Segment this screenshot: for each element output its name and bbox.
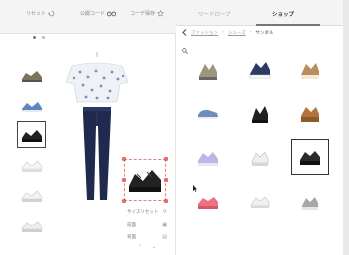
bring-front-control[interactable]: 前面 ▣ (127, 222, 167, 228)
breadcrumb-shoes[interactable]: シューズ (228, 30, 246, 36)
active-tab-indicator (256, 24, 320, 26)
selected-sandal-image (129, 170, 161, 192)
sandal-icon (21, 129, 42, 142)
layer-back-icon: ▤ (162, 234, 167, 240)
save-outfit-label: コーデ保存 (130, 11, 156, 17)
sandal-icon (251, 151, 269, 166)
size-reset-control[interactable]: サイズリセット ⟳ (127, 209, 167, 215)
thumbnail-sandal-blue[interactable] (18, 92, 45, 117)
nudge-controls: ⌃ ⌄ (127, 244, 167, 250)
shoe-icon (198, 109, 218, 119)
sandal-icon (21, 70, 42, 82)
reset-icon (48, 10, 55, 17)
chevron-down-icon[interactable]: ⌄ (152, 244, 156, 250)
outfit-model[interactable] (65, 52, 129, 202)
sandal-icon (21, 160, 42, 172)
breadcrumb-separator: › (222, 30, 224, 35)
publish-code-label: 公開コード (80, 11, 106, 17)
coordinate-editor: リセット 公開コード コーデ保存 サイズリセット ⟳ 前面 ▣ 背面 ▤ ⌃ ⌄ (0, 0, 176, 255)
layer-front-icon: ▣ (162, 222, 167, 228)
mouse-cursor-icon (193, 185, 197, 192)
carousel-dots (33, 36, 45, 39)
reset-label: リセット (26, 11, 47, 17)
carousel-dot[interactable] (33, 36, 36, 39)
shop-panel: ワードローブ ショップ ファッション › シューズ › サンダル (176, 0, 343, 255)
sandal-icon (252, 106, 268, 123)
panel-tabs: ワードローブ ショップ (176, 0, 343, 26)
sandal-icon (21, 221, 42, 232)
window-edge (343, 0, 349, 255)
reset-button[interactable]: リセット (26, 10, 55, 17)
glasses-icon (107, 11, 117, 16)
sandal-icon (21, 190, 42, 202)
reset-size-icon: ⟳ (162, 209, 167, 215)
product-sandal-khaki[interactable] (190, 52, 226, 86)
send-back-control[interactable]: 背面 ▤ (127, 234, 167, 240)
tab-shop[interactable]: ショップ (272, 10, 294, 18)
send-back-label: 背面 (127, 235, 136, 240)
thumbnail-sandal-white-3[interactable] (18, 212, 45, 237)
sandal-icon (250, 196, 270, 208)
thumbnail-sandal-black[interactable] (17, 121, 46, 148)
breadcrumb-separator: › (249, 30, 252, 35)
star-icon (157, 10, 165, 17)
breadcrumb-current: サンダル (255, 30, 274, 36)
sandal-icon (302, 197, 318, 210)
sandal-icon (198, 152, 218, 166)
product-sneaker-denim[interactable] (190, 96, 226, 130)
chevron-up-icon[interactable]: ⌃ (138, 244, 142, 250)
breadcrumb-fashion[interactable]: ファッション (191, 30, 218, 36)
product-sandal-brown-platform[interactable] (292, 96, 328, 130)
product-sandal-tan[interactable] (292, 52, 328, 86)
editor-toolbar: リセット 公開コード コーデ保存 (0, 0, 176, 34)
product-sandal-lavender[interactable] (190, 140, 226, 174)
sandal-icon (199, 64, 217, 80)
publish-code-button[interactable]: 公開コード (80, 10, 117, 17)
outfit-editor-screen: リセット 公開コード コーデ保存 サイズリセット ⟳ 前面 ▣ 背面 ▤ ⌃ ⌄… (0, 0, 349, 255)
sandal-icon (301, 63, 319, 79)
sandal-icon (249, 62, 271, 79)
breadcrumb: ファッション › シューズ › サンダル (182, 29, 273, 36)
product-sandal-black-strap[interactable] (242, 96, 278, 130)
thumbnail-sandal-khaki[interactable] (18, 62, 45, 87)
sandal-icon (300, 151, 320, 165)
outfit-illustration (65, 52, 129, 200)
size-reset-label: サイズリセット (127, 210, 159, 215)
thumbnail-sandal-white-1[interactable] (18, 152, 45, 177)
search-button[interactable] (182, 39, 188, 58)
product-sandal-white-flat[interactable] (242, 184, 278, 218)
tab-wardrobe[interactable]: ワードローブ (198, 10, 231, 18)
product-sandal-black-platform[interactable] (291, 139, 329, 175)
bring-front-label: 前面 (127, 223, 136, 228)
save-outfit-button[interactable]: コーデ保存 (130, 10, 165, 17)
carousel-dot[interactable] (42, 36, 45, 39)
thumbnail-sandal-white-2[interactable] (18, 182, 45, 207)
product-sandal-navy[interactable] (242, 52, 278, 86)
sandal-icon (198, 197, 218, 209)
sandal-icon (301, 107, 319, 122)
sandal-icon (21, 101, 42, 112)
shoe-thumbnail-list (17, 62, 46, 242)
search-icon (182, 48, 188, 54)
product-sandal-grey[interactable] (292, 184, 328, 218)
back-arrow-icon[interactable] (182, 29, 187, 36)
selected-item-frame[interactable] (122, 157, 168, 203)
product-sandal-white[interactable] (242, 140, 278, 174)
